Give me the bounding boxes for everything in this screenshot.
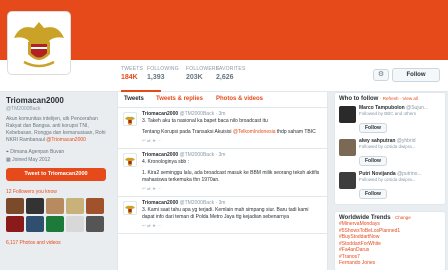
tab-tweets-replies[interactable]: Tweets & replies — [156, 96, 203, 102]
garuda-emblem-icon — [125, 157, 135, 166]
tweet-avatar[interactable] — [123, 153, 137, 167]
profile-location: ⌖ Dimana Agenpan Buvan — [6, 149, 65, 155]
profile-handle[interactable]: @TM2000Back — [6, 106, 106, 112]
follow-user-button[interactable]: Follow — [359, 189, 387, 199]
tweet-text: 4. Kronologinya sbb : — [142, 159, 189, 165]
tweet-text: 3. Takeh aku ta nasional ka bapet baca n… — [142, 118, 268, 124]
tweet-mention-link[interactable]: @TelkomIndonesia — [233, 129, 276, 135]
tweet-avatar[interactable] — [123, 201, 137, 215]
tweet-time[interactable]: 3m — [219, 111, 226, 117]
suggested-user-avatar[interactable] — [339, 106, 356, 123]
follow-user-button[interactable]: Follow — [359, 156, 387, 166]
tweet-author[interactable]: Triomacan2000 — [142, 111, 178, 117]
followers-thumbs — [6, 198, 106, 232]
stat-favorites[interactable]: FAVORITES 2,626 — [216, 66, 256, 81]
profile-joined: ▦ Joined May 2012 — [6, 157, 51, 163]
profile-bio: Akun komunitas intelijen, utk Pencerahan… — [6, 116, 106, 143]
tweet-actions[interactable]: ↩ ⇄ ★ ··· — [142, 138, 321, 144]
who-to-follow-title: Who to follow — [339, 96, 379, 102]
tweet-item[interactable]: Triomacan2000 @TM2000Back · 3m 4. Kronol… — [118, 149, 327, 197]
suggested-user-avatar[interactable] — [339, 172, 356, 189]
gear-icon[interactable]: ⚙ — [373, 69, 389, 81]
tweet-handle[interactable]: @TM2000Back — [180, 200, 215, 206]
follower-avatar[interactable] — [66, 216, 84, 232]
suggested-user[interactable]: Marco Tampubolon @Sujun... Followed by B… — [339, 105, 441, 135]
bio-link[interactable]: @Triomacan2000 — [46, 137, 86, 143]
followers-you-know-link[interactable]: 12 Followers you know — [6, 189, 106, 195]
profile-avatar[interactable] — [8, 12, 70, 74]
who-to-follow-box: Who to follow · Refresh · View all Marco… — [334, 92, 446, 205]
trends-change-link[interactable]: · Change — [392, 215, 411, 220]
stat-following[interactable]: FOLLOWING 1,393 — [147, 66, 187, 81]
garuda-emblem-icon — [14, 22, 64, 68]
follow-button[interactable]: Follow — [392, 68, 440, 82]
tweet-author[interactable]: Triomacan2000 — [142, 200, 178, 206]
tweet-handle[interactable]: @TM2000Back — [180, 111, 215, 117]
tweet-time[interactable]: 3m — [219, 152, 226, 158]
tweet-item[interactable]: Triomacan2000 @TM2000Back · 3m 3. Kami s… — [118, 197, 327, 234]
suggested-user-avatar[interactable] — [339, 139, 356, 156]
garuda-emblem-icon — [125, 205, 135, 214]
follower-avatar[interactable] — [86, 216, 104, 232]
follower-avatar[interactable] — [86, 198, 104, 214]
trends-box: Worldwide Trends · Change #MinervaMonday… — [334, 211, 446, 270]
follower-avatar[interactable] — [46, 198, 64, 214]
who-to-follow-links[interactable]: · Refresh · View all — [380, 96, 418, 101]
follower-avatar[interactable] — [26, 198, 44, 214]
follower-avatar[interactable] — [6, 198, 24, 214]
tweet-author[interactable]: Triomacan2000 — [142, 152, 178, 158]
timeline: Tweets Tweets & replies Photos & videos … — [117, 92, 328, 270]
photos-videos-link[interactable]: 6,117 Photos and videos — [6, 240, 106, 246]
follow-user-button[interactable]: Follow — [359, 123, 387, 133]
tab-photos-videos[interactable]: Photos & videos — [216, 96, 263, 102]
follower-avatar[interactable] — [66, 198, 84, 214]
tweet-handle[interactable]: @TM2000Back — [180, 152, 215, 158]
tweet-time[interactable]: 3m — [219, 200, 226, 206]
tweet-avatar[interactable] — [123, 112, 137, 126]
tweet-to-button[interactable]: Tweet to Triomacan2000 — [6, 168, 106, 181]
follower-avatar[interactable] — [26, 216, 44, 232]
follower-avatar[interactable] — [46, 216, 64, 232]
tweet-actions[interactable]: ↩ ⇄ ★ ··· — [142, 223, 321, 229]
tweet-text-continued: 1. Kira2 seminggu lalu, ada broadcast ma… — [142, 170, 320, 183]
timeline-tabs: Tweets Tweets & replies Photos & videos — [118, 92, 327, 108]
follow-button-label: Follow — [406, 72, 426, 78]
follower-avatar[interactable] — [6, 216, 24, 232]
profile-name: Triomacan2000 — [6, 96, 64, 105]
right-sidebar: Who to follow · Refresh · View all Marco… — [334, 92, 446, 270]
tweet-item[interactable]: Triomacan2000 @TM2000Back · 3m 3. Takeh … — [118, 108, 327, 149]
tweet-actions[interactable]: ↩ ⇄ ★ ··· — [142, 186, 321, 192]
garuda-emblem-icon — [125, 116, 135, 125]
tweet-text-continued: Tentang Korupsi pada Transaksi Akuisisi … — [142, 129, 316, 135]
profile-meta: ⌖ Dimana Agenpan Buvan ▦ Joined May 2012 — [6, 148, 106, 164]
profile-sidebar: Triomacan2000 @TM2000Back Akun komunitas… — [6, 96, 106, 246]
suggested-user[interactable]: alwy sahputran @yhbrid Followed by ozsid… — [339, 138, 441, 168]
suggested-user[interactable]: Putri Novijanda @putrino... Followed by … — [339, 171, 441, 201]
tab-tweets[interactable]: Tweets — [124, 96, 144, 102]
trend-item[interactable]: Fernando Jones — [339, 260, 441, 267]
tweet-text: 3. Kami saat tahu apa yg terjadi. Kemlai… — [142, 207, 309, 220]
